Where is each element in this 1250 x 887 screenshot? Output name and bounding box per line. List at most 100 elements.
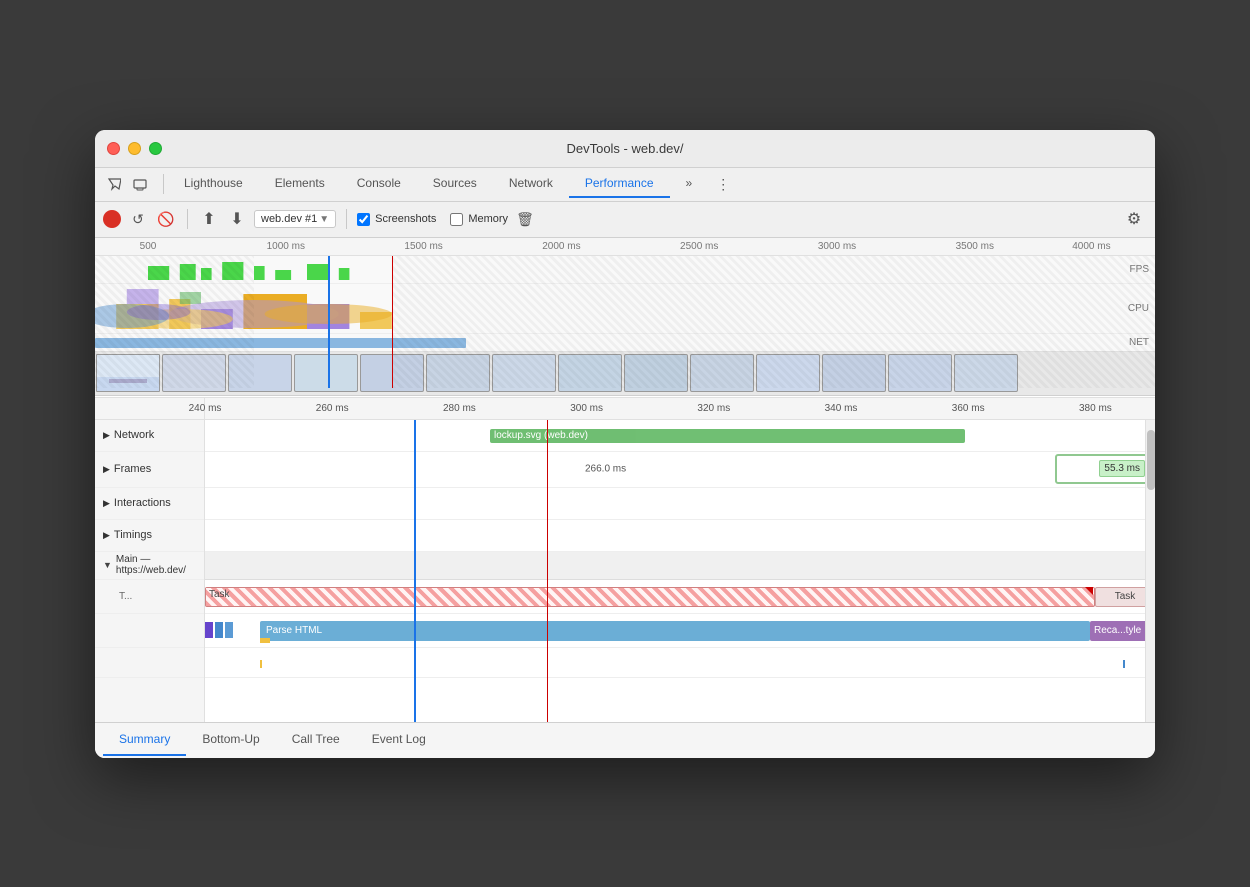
more-tabs-icon[interactable]: ⋮ <box>712 173 734 195</box>
main-track-label: ▼ Main — https://web.dev/ <box>95 552 204 580</box>
long-task-marker <box>1085 587 1093 595</box>
ruler-tick: 2000 ms <box>542 241 580 252</box>
inspect-icon[interactable] <box>103 173 125 195</box>
screenshot-thumb[interactable] <box>822 354 886 392</box>
timeline-ruler: 240 ms 260 ms 280 ms 300 ms 320 ms 340 m… <box>95 398 1155 420</box>
delete-profile-button[interactable]: 🗑 <box>514 208 536 230</box>
screenshot-thumb[interactable] <box>492 354 556 392</box>
memory-checkbox-wrap: Memory <box>450 213 508 226</box>
memory-label: Memory <box>468 213 508 225</box>
collapse-main-icon[interactable]: ▼ <box>103 560 112 570</box>
task-bar-label-right: Task <box>1115 591 1136 602</box>
interactions-track-row <box>205 488 1155 520</box>
screenshot-thumb[interactable] <box>228 354 292 392</box>
tab-network[interactable]: Network <box>493 170 569 198</box>
frames-center-text: 266.0 ms <box>585 464 626 475</box>
tab-elements[interactable]: Elements <box>259 170 341 198</box>
fps-label: FPS <box>1130 264 1149 275</box>
ruler-tick: 4000 ms <box>1072 241 1110 252</box>
maximize-button[interactable] <box>149 142 162 155</box>
parse-track-row[interactable]: Parse HTML Reca...tyle <box>205 614 1155 648</box>
upload-button[interactable]: ⬆ <box>198 208 220 230</box>
clear-button[interactable]: 🚫 <box>155 208 177 230</box>
main-panel: 240 ms 260 ms 280 ms 300 ms 320 ms 340 m… <box>95 398 1155 758</box>
ruler-tick: 320 ms <box>697 403 730 414</box>
memory-checkbox[interactable] <box>450 213 463 226</box>
network-bar-label: lockup.svg (web.dev) <box>494 430 588 441</box>
net-label: NET <box>1129 337 1149 348</box>
extra-track-row <box>205 648 1155 678</box>
expand-interactions-icon[interactable]: ▶ <box>103 498 110 509</box>
overview-ruler: 500 1000 ms 1500 ms 2000 ms 2500 ms 3000… <box>95 238 1155 256</box>
task-track-row[interactable]: Task Task <box>205 580 1155 614</box>
tab-lighthouse[interactable]: Lighthouse <box>168 170 259 198</box>
ruler-tick: 1500 ms <box>404 241 442 252</box>
expand-frames-icon[interactable]: ▶ <box>103 464 110 475</box>
long-task-bar[interactable]: Task <box>205 587 1095 607</box>
traffic-lights <box>107 142 162 155</box>
main-label: Main — https://web.dev/ <box>116 554 196 576</box>
parse-row-label <box>95 614 204 648</box>
network-track-row: lockup.svg (web.dev) <box>205 420 1155 452</box>
tab-sources[interactable]: Sources <box>417 170 493 198</box>
settings-button[interactable]: ⚙ <box>1121 206 1147 232</box>
devtools-window: DevTools - web.dev/ Lighthouse Elements … <box>95 130 1155 758</box>
task-row-label: T... <box>95 580 204 614</box>
ruler-tick: 240 ms <box>189 403 222 414</box>
screenshot-thumb[interactable] <box>954 354 1018 392</box>
screenshot-thumb[interactable] <box>624 354 688 392</box>
tab-summary[interactable]: Summary <box>103 724 186 756</box>
timings-label: Timings <box>114 529 152 541</box>
ruler-tick: 3500 ms <box>956 241 994 252</box>
tab-event-log[interactable]: Event Log <box>356 724 442 756</box>
screenshot-thumb[interactable] <box>426 354 490 392</box>
scrollbar-thumb[interactable] <box>1147 430 1155 490</box>
screenshot-thumb[interactable] <box>690 354 754 392</box>
download-button[interactable]: ⬇ <box>226 208 248 230</box>
track-labels: ▶ Network ▶ Frames ▶ Interactions ▶ Timi… <box>95 420 205 722</box>
screenshot-thumb[interactable] <box>360 354 424 392</box>
task-bar-label-left: Task <box>209 589 230 600</box>
window-title: DevTools - web.dev/ <box>566 141 683 156</box>
timings-track-row <box>205 520 1155 552</box>
ruler-tick: 3000 ms <box>818 241 856 252</box>
screenshot-thumb[interactable] <box>558 354 622 392</box>
screenshots-checkbox[interactable] <box>357 213 370 226</box>
network-label: Network <box>114 429 154 441</box>
screenshots-checkbox-wrap: Screenshots <box>357 213 436 226</box>
screenshot-thumb[interactable] <box>294 354 358 392</box>
frames-label: Frames <box>114 463 151 475</box>
close-button[interactable] <box>107 142 120 155</box>
tiny-yellow <box>260 660 262 668</box>
task-label-text: T... <box>119 591 132 602</box>
frames-track-label: ▶ Frames <box>95 452 204 488</box>
screenshots-strip <box>95 352 1155 396</box>
interactions-label: Interactions <box>114 497 171 509</box>
screenshot-thumb[interactable] <box>756 354 820 392</box>
minimize-button[interactable] <box>128 142 141 155</box>
recalc-label: Reca...tyle <box>1094 625 1141 636</box>
selector-value: web.dev #1 <box>261 213 317 225</box>
tab-more[interactable]: » <box>670 170 709 198</box>
network-track-label: ▶ Network <box>95 420 204 452</box>
tab-bottom-up[interactable]: Bottom-Up <box>186 724 275 756</box>
parse-html-bar[interactable]: Parse HTML <box>260 621 1090 641</box>
tab-call-tree[interactable]: Call Tree <box>276 724 356 756</box>
dropdown-arrow-icon: ▼ <box>319 214 329 225</box>
screenshot-thumb[interactable] <box>96 354 160 392</box>
tab-console[interactable]: Console <box>341 170 417 198</box>
reload-button[interactable]: ↺ <box>127 208 149 230</box>
record-button[interactable] <box>103 210 121 228</box>
vertical-scrollbar[interactable] <box>1145 420 1155 722</box>
screenshot-thumb[interactable] <box>888 354 952 392</box>
screenshot-thumb[interactable] <box>162 354 226 392</box>
network-bar[interactable]: lockup.svg (web.dev) <box>490 429 965 443</box>
tab-performance[interactable]: Performance <box>569 170 670 198</box>
empty-row <box>205 678 1155 708</box>
device-toolbar-icon[interactable] <box>129 173 151 195</box>
selector-dropdown[interactable]: web.dev #1 ▼ <box>254 210 336 228</box>
overview-area: 500 1000 ms 1500 ms 2000 ms 2500 ms 3000… <box>95 238 1155 398</box>
expand-timings-icon[interactable]: ▶ <box>103 530 110 541</box>
expand-network-icon[interactable]: ▶ <box>103 430 110 441</box>
frames-badge: 55.3 ms <box>1099 460 1145 477</box>
